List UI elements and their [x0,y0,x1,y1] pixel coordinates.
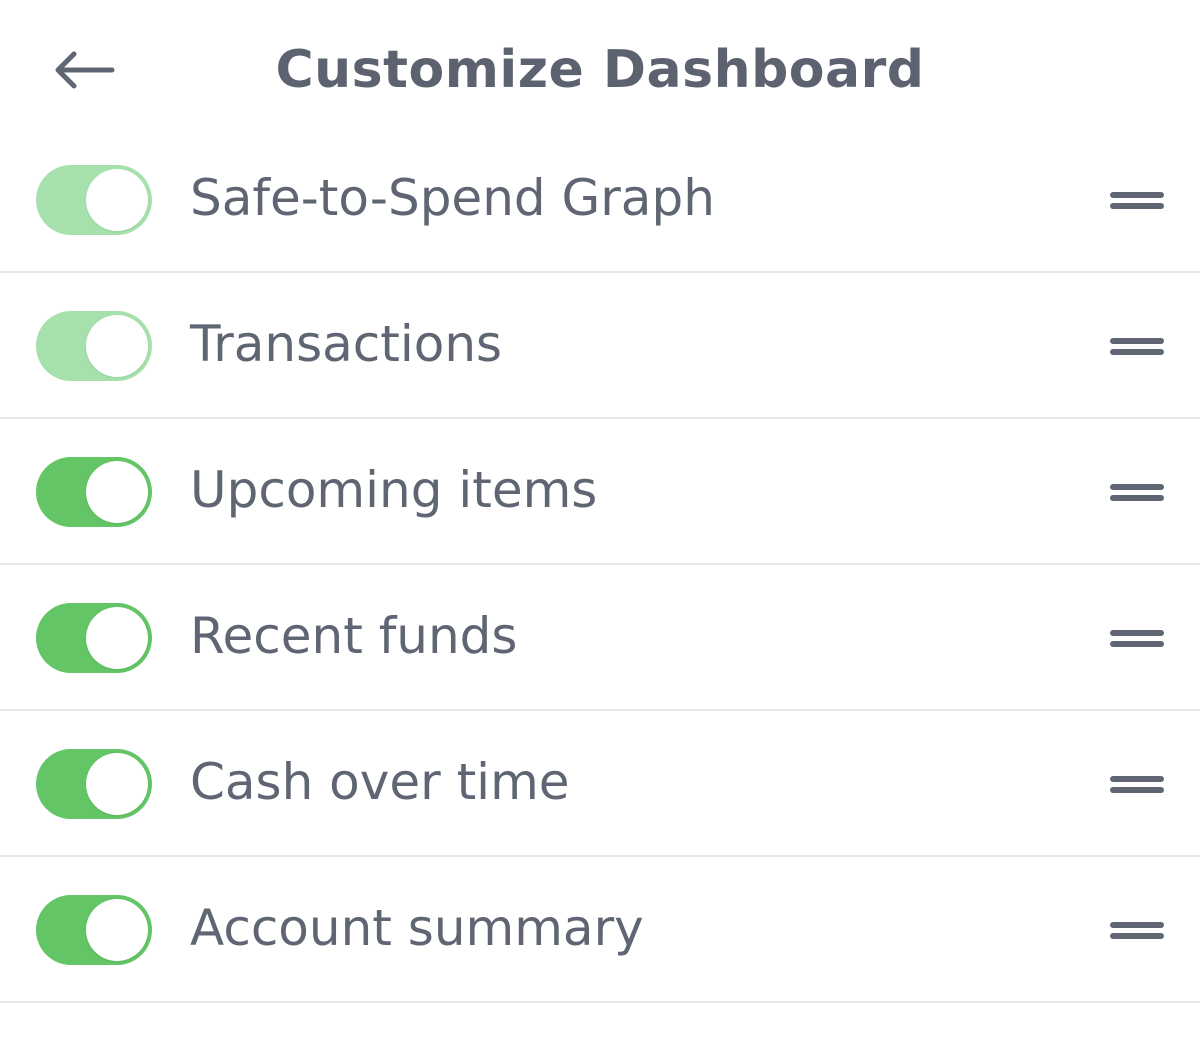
header: Customize Dashboard [0,0,1200,140]
list-item-upcoming-items: Upcoming items [0,419,1200,565]
toggle-cash-over-time[interactable] [36,749,152,819]
list-item-transactions: Transactions [0,273,1200,419]
page-title: Customize Dashboard [275,40,925,100]
drag-handle-icon[interactable] [1110,183,1164,217]
toggle-knob [86,169,148,231]
toggle-knob [86,315,148,377]
list-item-account-summary: Account summary [0,857,1200,1003]
toggle-knob [86,461,148,523]
drag-handle-icon[interactable] [1110,475,1164,509]
toggle-knob [86,607,148,669]
item-label: Account summary [190,899,644,957]
toggle-knob [86,899,148,961]
list-item-recent-funds: Recent funds [0,565,1200,711]
item-label: Transactions [190,315,503,373]
item-label: Upcoming items [190,461,598,519]
toggle-transactions[interactable] [36,311,152,381]
list-item-safe-to-spend-graph: Safe-to-Spend Graph [0,127,1200,273]
dashboard-item-list: Safe-to-Spend Graph Transactions Upcomin… [0,127,1200,1003]
toggle-safe-to-spend-graph[interactable] [36,165,152,235]
drag-handle-icon[interactable] [1110,621,1164,655]
customize-dashboard-screen: Customize Dashboard Safe-to-Spend Graph … [0,0,1200,1061]
toggle-account-summary[interactable] [36,895,152,965]
list-item-cash-over-time: Cash over time [0,711,1200,857]
toggle-recent-funds[interactable] [36,603,152,673]
item-label: Cash over time [190,753,570,811]
drag-handle-icon[interactable] [1110,767,1164,801]
toggle-knob [86,753,148,815]
drag-handle-icon[interactable] [1110,913,1164,947]
item-label: Safe-to-Spend Graph [190,169,715,227]
item-label: Recent funds [190,607,518,665]
drag-handle-icon[interactable] [1110,329,1164,363]
toggle-upcoming-items[interactable] [36,457,152,527]
